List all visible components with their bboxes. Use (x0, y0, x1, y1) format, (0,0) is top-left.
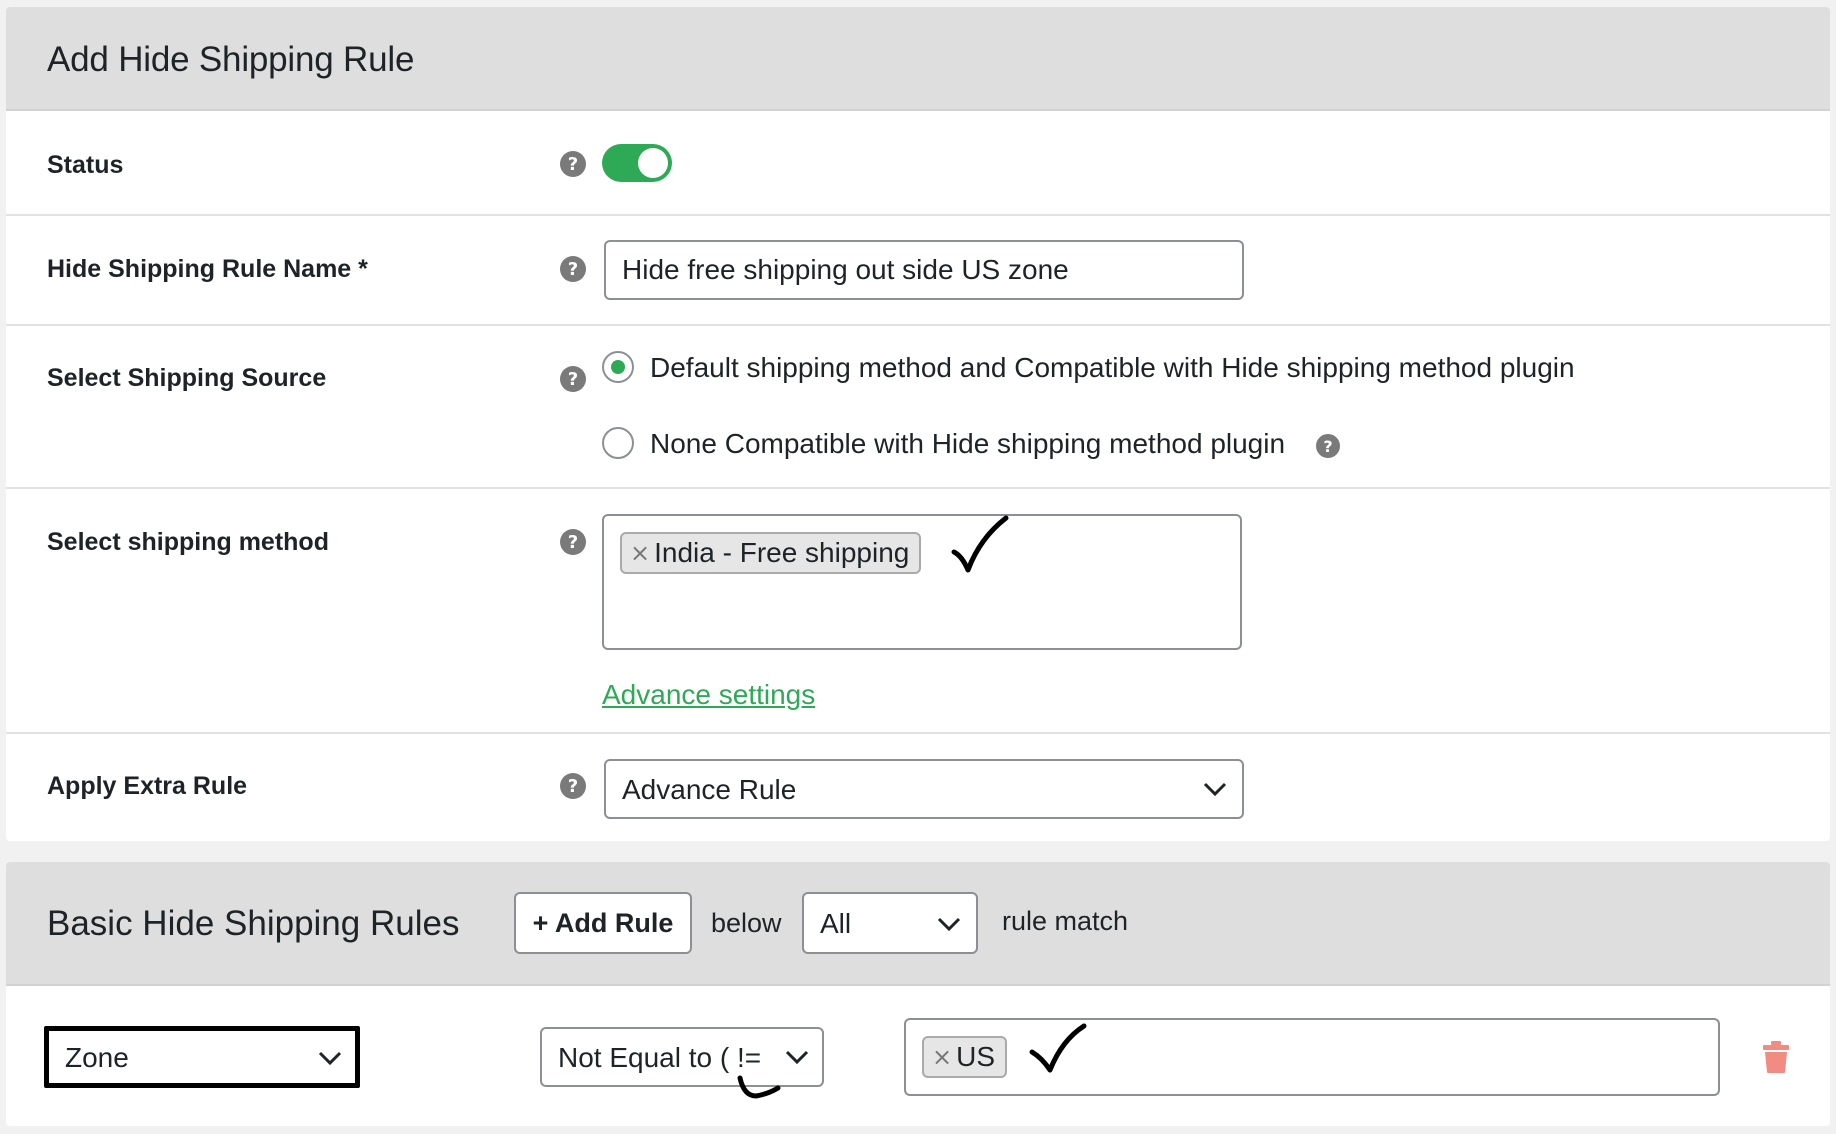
rule-operator-value: Not Equal to ( != (558, 1042, 762, 1073)
radio-none-compatible-label: None Compatible with Hide shipping metho… (650, 428, 1286, 459)
basic-hide-shipping-rules-panel: Basic Hide Shipping Rules + Add Rule bel… (6, 862, 1830, 1126)
radio-default-shipping-label: Default shipping method and Compatible w… (650, 352, 1575, 383)
chevron-down-icon (318, 1051, 342, 1066)
rule-name-label: Hide Shipping Rule Name * (47, 255, 368, 283)
shipping-method-help-icon[interactable]: ? (560, 529, 586, 555)
checkmark-annotation-icon (1029, 1023, 1087, 1073)
selected-chip-india-free-shipping: × India - Free shipping (620, 532, 922, 574)
extra-rule-label: Apply Extra Rule (47, 772, 248, 800)
chevron-down-icon (1203, 782, 1227, 797)
row-divider (6, 487, 1830, 489)
add-rule-button[interactable]: + Add Rule (514, 892, 692, 954)
advance-settings-link[interactable]: Advance settings (602, 679, 815, 711)
status-help-icon[interactable]: ? (560, 151, 586, 177)
rule-name-help-icon[interactable]: ? (560, 256, 586, 282)
chip-label: US (956, 1041, 996, 1072)
checkmark-annotation-icon (951, 515, 1009, 573)
selected-chip-us: × US (922, 1036, 1008, 1078)
shipping-method-multiselect[interactable]: × India - Free shipping (602, 514, 1242, 650)
toggle-knob (638, 148, 668, 178)
chevron-down-icon (785, 1050, 809, 1065)
status-label: Status (47, 151, 124, 179)
extra-rule-value: Advance Rule (622, 774, 797, 805)
extra-rule-select[interactable]: Advance Rule (604, 759, 1244, 819)
close-icon[interactable]: × (932, 1043, 952, 1071)
page-title: Add Hide Shipping Rule (47, 40, 415, 79)
status-toggle[interactable] (602, 144, 672, 182)
rules-header: Basic Hide Shipping Rules + Add Rule bel… (6, 862, 1830, 986)
rule-match-text: rule match (1002, 906, 1129, 936)
rule-field-value: Zone (65, 1042, 129, 1073)
rules-title: Basic Hide Shipping Rules (47, 904, 460, 943)
row-divider (6, 732, 1830, 734)
close-icon[interactable]: × (630, 539, 650, 567)
none-compatible-help-icon[interactable]: ? (1316, 434, 1340, 458)
radio-none-compatible[interactable] (602, 427, 634, 459)
chip-label: India - Free shipping (654, 537, 910, 568)
rule-value-multiselect[interactable]: × US (904, 1018, 1720, 1096)
radio-default-shipping[interactable] (602, 351, 634, 383)
chevron-down-icon (937, 917, 961, 932)
panel-header: Add Hide Shipping Rule (6, 7, 1830, 111)
shipping-source-label: Select Shipping Source (47, 364, 327, 392)
rule-field-select[interactable]: Zone (44, 1026, 360, 1088)
rule-match-select[interactable]: All (802, 892, 978, 954)
rule-name-input[interactable]: Hide free shipping out side US zone (604, 240, 1244, 300)
add-hide-shipping-rule-panel: Add Hide Shipping Rule Status ? Hide Shi… (6, 7, 1830, 841)
extra-rule-help-icon[interactable]: ? (560, 773, 586, 799)
shipping-source-help-icon[interactable]: ? (560, 366, 586, 392)
below-text: below (711, 908, 782, 938)
checkmark-annotation-icon (737, 1075, 781, 1099)
trash-icon[interactable] (1762, 1040, 1790, 1074)
shipping-method-label: Select shipping method (47, 528, 329, 556)
rule-match-value: All (820, 908, 852, 939)
row-divider (6, 324, 1830, 326)
row-divider (6, 214, 1830, 216)
